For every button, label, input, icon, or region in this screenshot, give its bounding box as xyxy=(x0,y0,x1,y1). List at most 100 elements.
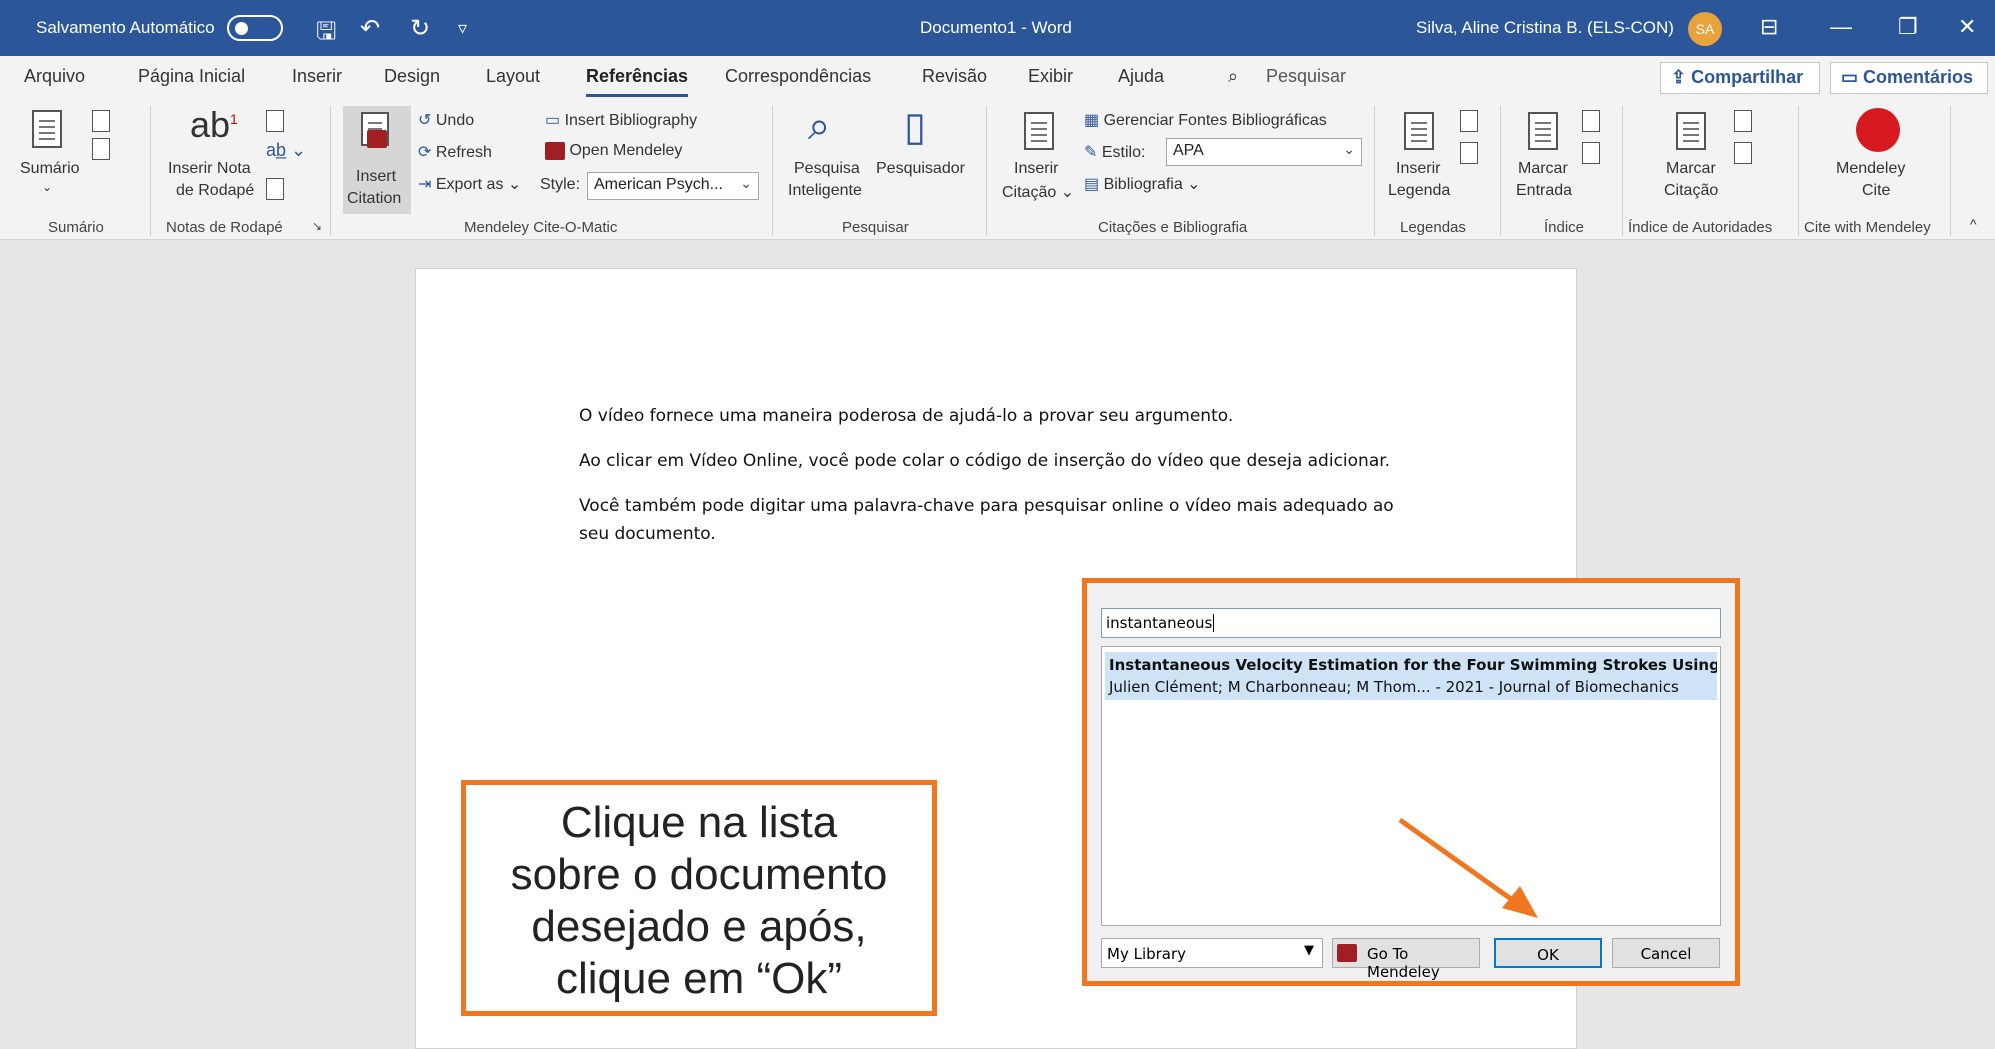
undo-icon[interactable]: ↶ xyxy=(360,14,380,43)
document-paragraph[interactable]: Você também pode digitar uma palavra-cha… xyxy=(579,496,1394,516)
ribbon-display-icon[interactable]: ⊟ xyxy=(1760,14,1778,40)
save-icon[interactable]: 🖫 xyxy=(316,14,336,55)
insert-endnote-icon[interactable] xyxy=(266,110,284,132)
tab-ajuda[interactable]: Ajuda xyxy=(1118,66,1164,87)
restore-icon[interactable]: ❐ xyxy=(1898,14,1918,40)
instruction-callout: Clique na lista sobre o documento deseja… xyxy=(461,780,937,1016)
close-icon[interactable]: ✕ xyxy=(1958,14,1976,40)
mark-entry-label-1[interactable]: Marcar xyxy=(1518,160,1568,178)
smart-lookup-label-2[interactable]: Inteligente xyxy=(788,182,862,200)
document-paragraph[interactable]: O vídeo fornece uma maneira poderosa de … xyxy=(579,406,1233,426)
insert-citation-word-label-2[interactable]: Citação ⌄ xyxy=(1002,182,1074,202)
refresh-icon: ⟳ xyxy=(418,144,432,161)
table-of-contents-icon[interactable] xyxy=(32,110,62,148)
footnote-icon[interactable]: ab1 xyxy=(190,104,238,146)
next-footnote-icon[interactable]: ab̲ ⌄ xyxy=(266,140,306,161)
autosave-toggle[interactable] xyxy=(226,15,283,41)
share-button[interactable]: ⇪ Compartilhar xyxy=(1660,62,1820,94)
tab-layout[interactable]: Layout xyxy=(486,66,540,87)
mark-citation-label-2[interactable]: Citação xyxy=(1664,182,1718,200)
smart-lookup-icon[interactable]: ⌕ xyxy=(808,104,830,149)
bibliography-style-select[interactable]: APA ⌄ xyxy=(1166,138,1362,166)
update-table-authorities-icon[interactable] xyxy=(1734,142,1752,164)
avatar[interactable]: SA xyxy=(1688,12,1722,46)
customize-toolbar-icon[interactable]: ▿ xyxy=(458,18,467,39)
bibliography-list-icon: ▤ xyxy=(1084,176,1100,193)
library-select[interactable]: My Library ▼ xyxy=(1101,938,1323,968)
dialog-launcher-icon[interactable]: ↘ xyxy=(312,219,322,233)
document-paragraph[interactable]: Ao clicar em Vídeo Online, você pode col… xyxy=(579,451,1390,471)
chevron-down-icon[interactable]: ⌄ xyxy=(42,180,52,194)
user-name[interactable]: Silva, Aline Cristina B. (ELS-CON) xyxy=(1416,18,1674,38)
autosave-label: Salvamento Automático xyxy=(36,18,215,37)
ok-label: OK xyxy=(1537,946,1559,964)
ok-button[interactable]: OK xyxy=(1494,938,1602,968)
annotation-arrow-icon xyxy=(1398,817,1538,918)
undo-button[interactable]: ↺ Undo xyxy=(418,110,474,130)
insert-table-figures-icon[interactable] xyxy=(1460,110,1478,132)
refresh-button[interactable]: ⟳ Refresh xyxy=(418,142,492,162)
go-to-mendeley-button[interactable]: Go To Mendeley xyxy=(1332,938,1480,981)
insert-footnote-label-2[interactable]: de Rodapé xyxy=(176,182,254,200)
open-mendeley-button[interactable]: Open Mendeley xyxy=(545,142,682,160)
autosave-control[interactable]: Salvamento Automático xyxy=(36,0,283,56)
add-text-icon[interactable] xyxy=(92,110,110,132)
list-item[interactable]: Instantaneous Velocity Estimation for th… xyxy=(1105,652,1717,700)
export-as-label: Export as xyxy=(435,176,504,193)
tab-revisao[interactable]: Revisão xyxy=(922,66,987,87)
manage-sources-button[interactable]: ▦ Gerenciar Fontes Bibliográficas xyxy=(1084,110,1327,130)
update-index-icon[interactable] xyxy=(1582,142,1600,164)
mendeley-cite-label-2[interactable]: Cite xyxy=(1862,182,1890,200)
search-icon[interactable]: ⌕ xyxy=(1228,66,1238,87)
toc-button[interactable]: Sumário xyxy=(20,160,80,178)
mark-entry-label-2[interactable]: Entrada xyxy=(1516,182,1572,200)
minimize-icon[interactable]: — xyxy=(1830,14,1852,40)
insert-index-icon[interactable] xyxy=(1582,110,1600,132)
tell-me-search[interactable]: Pesquisar xyxy=(1266,66,1346,87)
export-as-button[interactable]: ⇥ Export as ⌄ xyxy=(418,174,521,194)
divider xyxy=(1374,106,1375,236)
tab-design[interactable]: Design xyxy=(384,66,440,87)
tab-arquivo[interactable]: Arquivo xyxy=(24,66,85,87)
tab-correspondencias[interactable]: Correspondências xyxy=(725,66,871,87)
insert-citation-button[interactable]: Insert Citation xyxy=(343,106,411,214)
insert-footnote-label-1[interactable]: Inserir Nota xyxy=(168,160,251,178)
mark-entry-icon[interactable] xyxy=(1528,112,1558,150)
insert-caption-label-2[interactable]: Legenda xyxy=(1388,182,1450,200)
citation-style-select[interactable]: American Psych... ⌄ xyxy=(587,172,759,200)
insert-caption-label-1[interactable]: Inserir xyxy=(1396,160,1440,178)
citation-search-value: instantaneous xyxy=(1106,614,1213,632)
manage-sources-label: Gerenciar Fontes Bibliográficas xyxy=(1103,112,1327,129)
dropdown-arrow-icon: ▼ xyxy=(1304,943,1314,958)
document-paragraph[interactable]: seu documento. xyxy=(579,524,716,544)
smart-lookup-label-1[interactable]: Pesquisa xyxy=(794,160,860,178)
tab-pagina-inicial[interactable]: Página Inicial xyxy=(138,66,245,87)
tab-exibir[interactable]: Exibir xyxy=(1028,66,1073,87)
mendeley-cite-icon[interactable] xyxy=(1856,108,1900,152)
open-mendeley-label: Open Mendeley xyxy=(569,142,683,160)
insert-caption-icon[interactable] xyxy=(1404,112,1434,150)
researcher-label[interactable]: Pesquisador xyxy=(876,160,965,178)
bibliography-button[interactable]: ▤ Bibliografia ⌄ xyxy=(1084,174,1201,194)
mendeley-cite-label-1[interactable]: Mendeley xyxy=(1836,160,1905,178)
tab-inserir[interactable]: Inserir xyxy=(292,66,342,87)
researcher-icon[interactable]: ▯ xyxy=(904,104,926,150)
update-table-icon[interactable] xyxy=(92,138,110,160)
collapse-ribbon-icon[interactable]: ^ xyxy=(1970,216,1977,232)
insert-citation-icon[interactable] xyxy=(1024,112,1054,150)
show-notes-icon[interactable] xyxy=(266,178,284,200)
insert-table-authorities-icon[interactable] xyxy=(1734,110,1752,132)
comments-button[interactable]: ▭ Comentários xyxy=(1830,62,1988,94)
mark-citation-icon[interactable] xyxy=(1676,112,1706,150)
update-table-figures-icon[interactable] xyxy=(1460,142,1478,164)
insert-citation-word-label-1[interactable]: Inserir xyxy=(1014,160,1058,178)
cancel-button[interactable]: Cancel xyxy=(1612,938,1720,968)
divider xyxy=(1950,106,1951,236)
share-label: Compartilhar xyxy=(1691,67,1804,87)
redo-icon[interactable]: ↻ xyxy=(410,14,430,43)
citation-search-input[interactable]: instantaneous xyxy=(1101,608,1721,638)
insert-bibliography-button[interactable]: ▭ Insert Bibliography xyxy=(545,110,697,130)
insert-citation-label-1: Insert xyxy=(356,168,397,185)
mark-citation-label-1[interactable]: Marcar xyxy=(1666,160,1716,178)
tab-referencias[interactable]: Referências xyxy=(586,66,689,97)
